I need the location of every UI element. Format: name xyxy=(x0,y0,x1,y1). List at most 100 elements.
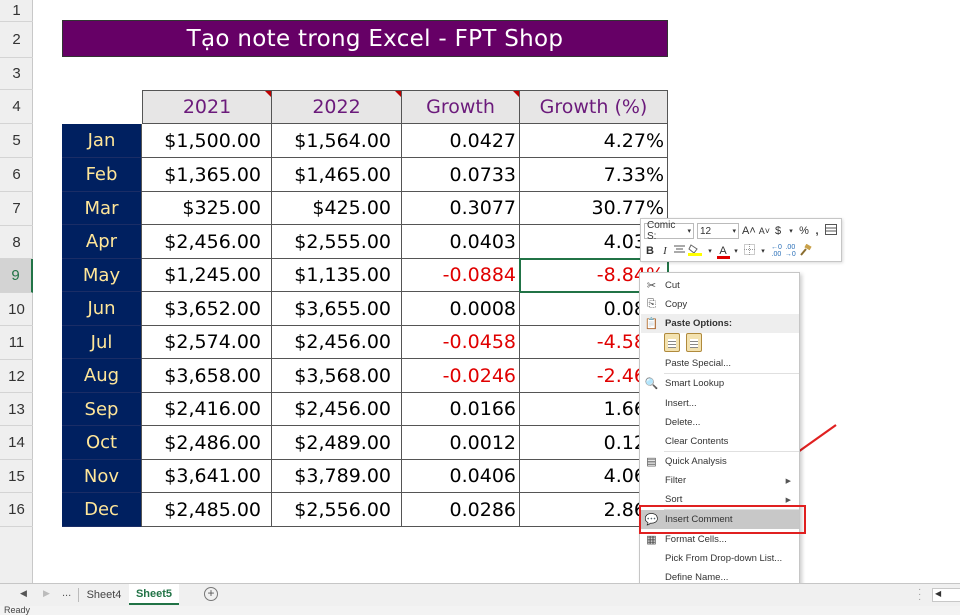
growth-cell[interactable]: -0.0884 xyxy=(402,259,520,292)
menu-item-cut[interactable]: ✂ Cut xyxy=(641,276,799,295)
header-2022[interactable]: 2022 xyxy=(272,90,402,124)
growth-cell[interactable]: -0.0246 xyxy=(402,359,520,393)
value-2022-cell[interactable]: $2,456.00 xyxy=(272,326,402,359)
value-2022-cell[interactable]: $1,564.00 xyxy=(272,124,402,158)
row-header-16[interactable]: 16 xyxy=(0,493,33,527)
value-2021-cell[interactable]: $2,416.00 xyxy=(142,393,272,426)
menu-item-clear-contents[interactable]: Clear Contents xyxy=(641,432,799,451)
value-2022-cell[interactable]: $3,789.00 xyxy=(272,460,402,493)
menu-item-insert-comment[interactable]: 💬 Insert Comment xyxy=(641,510,799,529)
value-2021-cell[interactable]: $3,652.00 xyxy=(142,292,272,326)
row-header-15[interactable]: 15 xyxy=(0,460,33,493)
tab-scroll-left-icon[interactable]: ◀ xyxy=(20,588,27,599)
growth-cell[interactable]: 0.3077 xyxy=(402,192,520,225)
currency-dropdown-icon[interactable]: ▾ xyxy=(786,227,796,235)
value-2021-cell[interactable]: $325.00 xyxy=(142,192,272,225)
value-2022-cell[interactable]: $3,568.00 xyxy=(272,359,402,393)
value-2022-cell[interactable]: $3,655.00 xyxy=(272,292,402,326)
font-color-icon[interactable]: A xyxy=(717,245,730,259)
value-2021-cell[interactable]: $2,574.00 xyxy=(142,326,272,359)
month-cell[interactable]: Oct xyxy=(62,426,142,460)
menu-item-insert[interactable]: Insert... xyxy=(641,394,799,413)
comma-style-button[interactable]: , xyxy=(812,225,822,237)
fill-color-icon[interactable] xyxy=(688,243,702,259)
increase-decimal-button[interactable]: ←0.00 xyxy=(771,244,782,258)
growth-cell[interactable]: 0.0427 xyxy=(402,124,520,158)
menu-item-filter[interactable]: Filter ▶ xyxy=(641,471,799,490)
comment-indicator[interactable] xyxy=(513,91,519,97)
currency-format-button[interactable]: $ xyxy=(773,225,783,237)
tab-split-handle[interactable]: · · · xyxy=(918,585,921,605)
header-2021[interactable]: 2021 xyxy=(142,90,272,124)
month-cell[interactable]: Jan xyxy=(62,124,142,158)
value-2021-cell[interactable]: $3,658.00 xyxy=(142,359,272,393)
bold-button[interactable]: B xyxy=(644,245,656,257)
tab-sheet4[interactable]: Sheet4 xyxy=(80,584,128,605)
font-size-dropdown[interactable]: 12 ▾ xyxy=(697,223,739,239)
row-header-6[interactable]: 6 xyxy=(0,158,33,192)
row-header-4[interactable]: 4 xyxy=(0,90,33,124)
borders-dropdown-icon[interactable]: ▾ xyxy=(758,247,768,255)
paste-keep-formatting-icon[interactable] xyxy=(664,333,680,352)
row-header-9[interactable]: 9 xyxy=(0,259,33,293)
format-painter-icon[interactable] xyxy=(799,243,812,259)
value-2021-cell[interactable]: $3,641.00 xyxy=(142,460,272,493)
title-cell[interactable]: Tạo note trong Excel - FPT Shop xyxy=(62,20,668,57)
increase-font-size-button[interactable]: A˄ xyxy=(742,225,756,237)
row-header-7[interactable]: 7 xyxy=(0,192,33,226)
month-cell[interactable]: Jun xyxy=(62,292,142,326)
month-cell[interactable]: May xyxy=(62,259,142,292)
scroll-left-icon[interactable]: ◀ xyxy=(935,589,941,598)
comment-indicator[interactable] xyxy=(395,91,401,97)
value-2021-cell[interactable]: $1,365.00 xyxy=(142,158,272,192)
menu-item-paste-special[interactable]: Paste Special... xyxy=(641,354,799,373)
month-cell[interactable]: Feb xyxy=(62,158,142,192)
value-2022-cell[interactable]: $425.00 xyxy=(272,192,402,225)
font-name-dropdown[interactable]: Comic S: ▾ xyxy=(644,220,694,242)
menu-item-copy[interactable]: ⎘ Copy xyxy=(641,295,799,314)
value-2021-cell[interactable]: $1,500.00 xyxy=(142,124,272,158)
month-cell[interactable]: Mar xyxy=(62,192,142,225)
month-cell[interactable]: Nov xyxy=(62,460,142,493)
row-header-13[interactable]: 13 xyxy=(0,393,33,426)
decrease-decimal-button[interactable]: .00 →0 xyxy=(785,244,796,258)
tab-scroll-right-icon[interactable]: ▶ xyxy=(43,588,50,599)
tab-sheet5[interactable]: Sheet5 xyxy=(129,584,179,605)
more-sheets-button[interactable]: ... xyxy=(62,587,71,599)
horizontal-scrollbar[interactable]: ◀ xyxy=(932,588,960,602)
growth-cell[interactable]: 0.0286 xyxy=(402,493,520,527)
header-growth[interactable]: Growth xyxy=(402,90,520,124)
fill-color-dropdown-icon[interactable]: ▾ xyxy=(705,247,715,255)
month-cell[interactable]: Jul xyxy=(62,326,142,359)
value-2022-cell[interactable]: $2,556.00 xyxy=(272,493,402,527)
percent-style-button[interactable]: % xyxy=(799,225,809,237)
row-header-3[interactable]: 3 xyxy=(0,58,33,90)
value-2021-cell[interactable]: $2,486.00 xyxy=(142,426,272,460)
growth-cell[interactable]: 0.0403 xyxy=(402,225,520,259)
menu-item-quick-analysis[interactable]: ▤ Quick Analysis xyxy=(641,452,799,471)
row-header-10[interactable]: 10 xyxy=(0,293,33,326)
row-header-8[interactable]: 8 xyxy=(0,226,33,259)
month-cell[interactable]: Dec xyxy=(62,493,142,527)
value-2022-cell[interactable]: $1,465.00 xyxy=(272,158,402,192)
row-header-2[interactable]: 2 xyxy=(0,22,33,58)
merge-center-icon[interactable] xyxy=(825,224,838,238)
comment-indicator[interactable] xyxy=(265,91,271,97)
value-2022-cell[interactable]: $2,489.00 xyxy=(272,426,402,460)
menu-item-sort[interactable]: Sort ▶ xyxy=(641,490,799,509)
row-header-14[interactable]: 14 xyxy=(0,426,33,460)
empty-header-cell[interactable] xyxy=(62,90,142,124)
add-sheet-button[interactable]: + xyxy=(204,587,218,601)
value-2021-cell[interactable]: $2,485.00 xyxy=(142,493,272,527)
row-header-12[interactable]: 12 xyxy=(0,360,33,393)
decrease-font-size-button[interactable]: A˅ xyxy=(759,226,770,236)
month-cell[interactable]: Sep xyxy=(62,393,142,426)
growth-pct-cell[interactable]: 7.33% xyxy=(520,158,668,192)
growth-cell[interactable]: 0.0012 xyxy=(402,426,520,460)
value-2022-cell[interactable]: $1,135.00 xyxy=(272,259,402,292)
growth-cell[interactable]: -0.0458 xyxy=(402,326,520,359)
align-center-icon[interactable] xyxy=(674,245,685,257)
month-cell[interactable]: Aug xyxy=(62,359,142,393)
menu-item-smart-lookup[interactable]: 🔍 Smart Lookup xyxy=(641,374,799,393)
borders-icon[interactable] xyxy=(744,244,755,258)
